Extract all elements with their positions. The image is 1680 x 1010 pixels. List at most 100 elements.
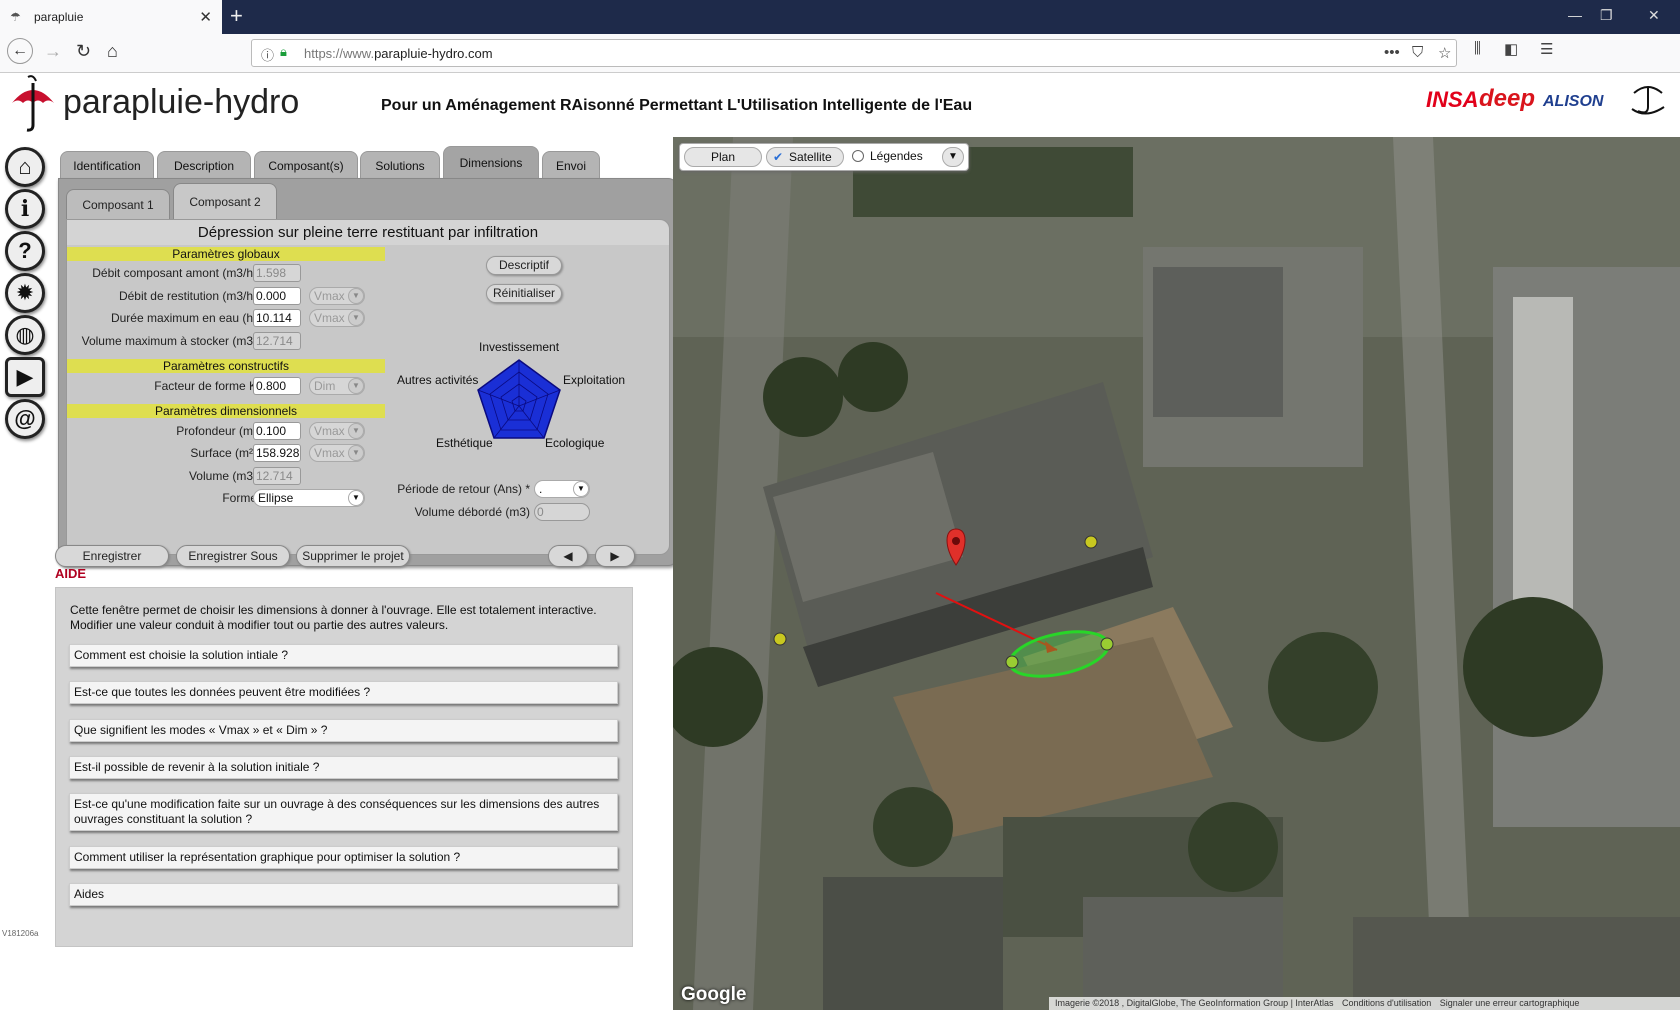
faq-item[interactable]: Est-ce que toutes les données peuvent êt… bbox=[69, 681, 618, 704]
new-tab-icon[interactable]: + bbox=[230, 3, 243, 29]
supprimer-projet-button[interactable]: Supprimer le projet bbox=[296, 545, 410, 567]
map-legendes-label: Légendes bbox=[870, 149, 923, 163]
project-actions: Enregistrer Enregistrer Sous Supprimer l… bbox=[55, 545, 682, 569]
pocket-icon[interactable]: ⛉ bbox=[1412, 44, 1423, 61]
tab-description[interactable]: Description bbox=[157, 151, 251, 179]
chevron-down-icon: ▼ bbox=[348, 310, 364, 326]
next-button[interactable]: ▶ bbox=[595, 545, 635, 567]
at-icon[interactable]: @ bbox=[5, 399, 45, 439]
tab-envoi[interactable]: Envoi bbox=[542, 151, 600, 179]
faq-item[interactable]: Est-ce qu'une modification faite sur un … bbox=[69, 793, 618, 831]
info-icon[interactable]: i bbox=[5, 189, 45, 229]
ellipse-handle[interactable] bbox=[1005, 655, 1019, 669]
faq-item[interactable]: Aides bbox=[69, 883, 618, 906]
building-handle[interactable] bbox=[1084, 535, 1098, 549]
subtab-composant-2[interactable]: Composant 2 bbox=[173, 183, 277, 219]
component-title: Dépression sur pleine terre restituant p… bbox=[67, 220, 669, 245]
tab-identification[interactable]: Identification bbox=[60, 151, 154, 179]
descriptif-button[interactable]: Descriptif bbox=[486, 256, 562, 275]
select-value: Vmax bbox=[314, 424, 345, 438]
home-nav-icon[interactable]: ⌂ bbox=[107, 41, 118, 62]
select-value: Vmax bbox=[314, 289, 345, 303]
input-surface[interactable]: 158.928 bbox=[253, 444, 301, 462]
help-icon[interactable]: ? bbox=[5, 231, 45, 271]
tab-composants[interactable]: Composant(s) bbox=[254, 151, 358, 179]
faq-item[interactable]: Comment utiliser la représentation graph… bbox=[69, 846, 618, 869]
forward-icon[interactable]: → bbox=[44, 41, 62, 62]
chevron-down-icon: ▼ bbox=[348, 423, 364, 439]
reinitialiser-button[interactable]: Réinitialiser bbox=[486, 284, 562, 303]
radar-label-autres: Autres activités bbox=[397, 373, 479, 387]
input-volume-max[interactable]: 12.714 bbox=[253, 332, 301, 350]
tab-solutions[interactable]: Solutions bbox=[360, 151, 440, 179]
input-facteur-forme[interactable]: 0.800 bbox=[253, 377, 301, 395]
url-prefix: https://www. bbox=[304, 46, 375, 61]
url-bar[interactable]: ⓘ 🔒︎ https://www.parapluie-hydro.com •••… bbox=[251, 39, 1457, 67]
map-satellite-button[interactable]: ✔ Satellite bbox=[766, 147, 844, 167]
menu-icon[interactable]: ☰ bbox=[1540, 40, 1553, 58]
more-actions-icon[interactable]: ••• bbox=[1384, 44, 1400, 61]
aide-panel: Cette fenêtre permet de choisir les dime… bbox=[55, 587, 633, 947]
select-periode-retour[interactable]: . ▼ bbox=[534, 480, 590, 498]
select-facteur-forme-mode[interactable]: Dim ▼ bbox=[309, 377, 365, 395]
map-attribution-imagery: Imagerie ©2018 , DigitalGlobe, The GeoIn… bbox=[1055, 998, 1334, 1008]
map-plan-button[interactable]: Plan bbox=[684, 147, 762, 167]
library-icon[interactable]: ⫼ bbox=[1474, 40, 1481, 57]
input-volume[interactable]: 12.714 bbox=[253, 467, 301, 485]
window-close-icon[interactable]: ✕ bbox=[1648, 7, 1660, 24]
enregistrer-sous-button[interactable]: Enregistrer Sous bbox=[176, 545, 290, 567]
building-handle[interactable] bbox=[773, 632, 787, 646]
select-value: Dim bbox=[314, 379, 336, 393]
input-duree-max[interactable]: 10.114 bbox=[253, 309, 301, 327]
bookmark-star-icon[interactable]: ☆ bbox=[1438, 44, 1451, 62]
globe-icon[interactable]: ◍ bbox=[5, 315, 45, 355]
minimize-icon[interactable]: — bbox=[1568, 7, 1582, 23]
tab-dimensions[interactable]: Dimensions bbox=[443, 146, 539, 179]
chevron-down-icon: ▼ bbox=[348, 378, 364, 394]
select-debit-restitution-mode[interactable]: Vmax ▼ bbox=[309, 287, 365, 305]
back-icon[interactable]: ← bbox=[7, 38, 33, 64]
select-value: Vmax bbox=[314, 311, 345, 325]
previous-button[interactable]: ◀ bbox=[548, 545, 588, 567]
browser-chrome: ☂ parapluie ✕ + — ❐ ✕ ← → ↻ ⌂ ⓘ 🔒︎ https… bbox=[0, 0, 1680, 73]
map-type-toolbar: Plan ✔ Satellite Légendes ▼ bbox=[679, 143, 969, 171]
parapluie-partner-icon bbox=[1631, 86, 1665, 115]
ellipse-handle[interactable] bbox=[1100, 637, 1114, 651]
faq-item[interactable]: Que signifient les modes « Vmax » et « D… bbox=[69, 719, 618, 742]
dimensions-content: Composant 1 Composant 2 Dépression sur p… bbox=[58, 178, 678, 566]
browser-navbar: ← → ↻ ⌂ ⓘ 🔒︎ https://www.parapluie-hydro… bbox=[0, 34, 1680, 73]
video-icon[interactable]: ▶ bbox=[5, 357, 45, 397]
input-volume-deborde[interactable]: 0 bbox=[534, 503, 590, 521]
sidebar-toggle-icon[interactable]: ◧ bbox=[1504, 40, 1518, 58]
map-report-link[interactable]: Signaler une erreur cartographique bbox=[1440, 998, 1580, 1008]
map-dropdown-chevron-icon[interactable]: ▼ bbox=[942, 147, 964, 167]
input-debit-restitution[interactable]: 0.000 bbox=[253, 287, 301, 305]
enregistrer-button[interactable]: Enregistrer bbox=[55, 545, 169, 567]
select-surface-mode[interactable]: Vmax ▼ bbox=[309, 444, 365, 462]
subtab-composant-1[interactable]: Composant 1 bbox=[66, 189, 170, 219]
close-tab-icon[interactable]: ✕ bbox=[199, 8, 212, 26]
reload-icon[interactable]: ↻ bbox=[76, 41, 91, 62]
input-debit-amont[interactable]: 1.598 bbox=[253, 264, 301, 282]
faq-item[interactable]: Est-il possible de revenir à la solution… bbox=[69, 756, 618, 779]
map-legendes-toggle[interactable]: Légendes bbox=[848, 147, 940, 167]
input-profondeur[interactable]: 0.100 bbox=[253, 422, 301, 440]
browser-tab[interactable]: ☂ parapluie ✕ bbox=[0, 0, 222, 34]
home-icon[interactable]: ⌂ bbox=[5, 147, 45, 187]
aide-title: AIDE bbox=[55, 566, 87, 581]
satellite-map[interactable]: Plan ✔ Satellite Légendes ▼ Google Imager… bbox=[673, 137, 1680, 1010]
app-tagline: Pour un Aménagement RAisonné Permettant … bbox=[381, 97, 973, 114]
restore-icon[interactable]: ❐ bbox=[1600, 7, 1613, 24]
label-debit-restitution: Débit de restitution (m3/h) bbox=[118, 289, 257, 303]
info-icon[interactable]: ⓘ bbox=[261, 45, 274, 64]
map-terms-link[interactable]: Conditions d'utilisation bbox=[1342, 998, 1431, 1008]
map-attribution: Imagerie ©2018 , DigitalGlobe, The GeoIn… bbox=[1049, 997, 1680, 1010]
app-title: parapluie-hydro bbox=[63, 83, 300, 121]
select-value: Ellipse bbox=[258, 491, 294, 505]
select-profondeur-mode[interactable]: Vmax ▼ bbox=[309, 422, 365, 440]
select-duree-max-mode[interactable]: Vmax ▼ bbox=[309, 309, 365, 327]
faq-item[interactable]: Comment est choisie la solution intiale … bbox=[69, 644, 618, 667]
radar-label-esthetique: Esthétique bbox=[436, 436, 493, 450]
chevron-down-icon: ▼ bbox=[573, 481, 589, 497]
lightbulb-icon[interactable]: ✹ bbox=[5, 273, 45, 313]
